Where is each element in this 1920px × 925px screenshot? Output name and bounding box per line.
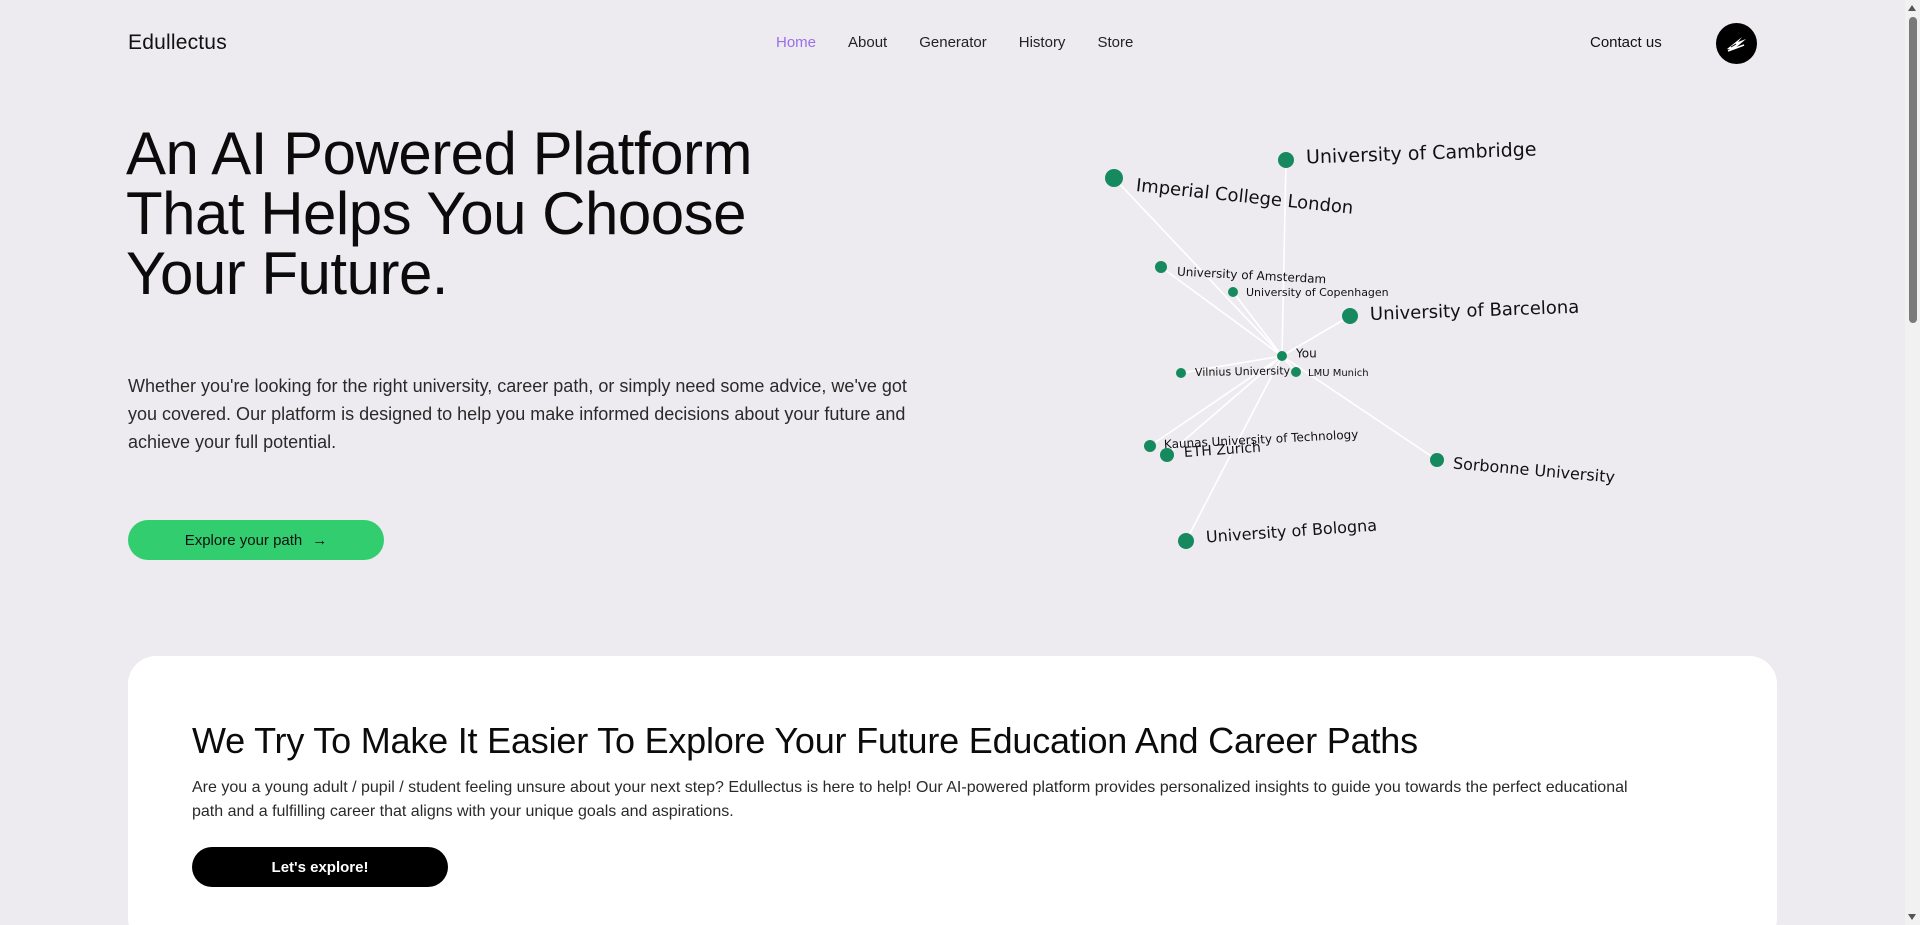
lets-explore-button[interactable]: Let's explore! <box>192 847 448 887</box>
graph-node[interactable] <box>1430 453 1444 467</box>
hero-title-line: Your Future. <box>126 240 448 307</box>
scroll-up-arrow-icon[interactable] <box>1908 5 1916 11</box>
graph-node-label[interactable]: Vilnius University <box>1195 364 1291 379</box>
section-title: We Try To Make It Easier To Explore Your… <box>192 720 1418 761</box>
site-header: Edullectus Home About Generator History … <box>0 0 1905 88</box>
nav-history[interactable]: History <box>1019 34 1066 51</box>
graph-node[interactable] <box>1176 368 1186 378</box>
graph-center-label: You <box>1295 347 1317 361</box>
university-graph: University of Cambridge Imperial College … <box>1105 138 1616 549</box>
graph-node[interactable] <box>1155 261 1167 273</box>
page-scrollbar[interactable] <box>1905 0 1920 925</box>
graph-node[interactable] <box>1291 367 1301 377</box>
arrow-right-icon: → <box>312 531 328 549</box>
graph-node[interactable] <box>1228 287 1238 297</box>
graph-edge <box>1232 291 1283 357</box>
logo[interactable]: Edullectus <box>128 31 227 55</box>
hero-description: Whether you're looking for the right uni… <box>128 376 907 452</box>
explore-path-label: Explore your path <box>184 531 303 549</box>
graph-node-label[interactable]: LMU Munich <box>1308 368 1369 379</box>
scroll-thumb[interactable] <box>1909 17 1917 323</box>
avatar[interactable] <box>1716 23 1757 64</box>
graph-edges <box>1113 159 1438 542</box>
section-description: Are you a young adult / pupil / student … <box>192 779 1628 820</box>
contact-link[interactable]: Contact us <box>1590 34 1662 51</box>
nav-home[interactable]: Home <box>776 34 816 51</box>
graph-node[interactable] <box>1278 152 1294 168</box>
graph-node-label[interactable]: University of Cambridge <box>1306 138 1537 168</box>
graph-node-label[interactable]: University of Copenhagen <box>1246 286 1389 299</box>
graph-node[interactable] <box>1178 533 1194 549</box>
nav-store[interactable]: Store <box>1097 34 1133 51</box>
hero-title-line: An AI Powered Platform <box>126 120 752 187</box>
graph-node[interactable] <box>1160 448 1174 462</box>
intro-card: We Try To Make It Easier To Explore Your… <box>128 656 1777 925</box>
graph-node-label[interactable]: University of Amsterdam <box>1177 265 1327 287</box>
graph-node-label[interactable]: Imperial College London <box>1135 175 1354 219</box>
main-nav: Home About Generator History Store <box>776 34 1165 51</box>
graph-node[interactable] <box>1144 440 1156 452</box>
graph-node-label[interactable]: University of Barcelona <box>1370 297 1580 325</box>
nav-generator[interactable]: Generator <box>919 34 987 51</box>
graph-nodes: University of Cambridge Imperial College … <box>1105 138 1616 549</box>
explore-path-button[interactable]: Explore your path → <box>128 520 384 560</box>
graph-center-node <box>1277 351 1287 361</box>
graph-node[interactable] <box>1342 308 1358 324</box>
graph-node-label[interactable]: University of Bologna <box>1205 516 1377 547</box>
hero-title-line: That Helps You Choose <box>126 180 746 247</box>
nav-about[interactable]: About <box>848 34 887 51</box>
brand-mark-icon <box>1726 36 1746 52</box>
scroll-down-arrow-icon[interactable] <box>1908 914 1916 920</box>
hero-title: An AI Powered Platform That Helps You Ch… <box>126 124 886 304</box>
graph-node[interactable] <box>1105 169 1123 187</box>
graph-node-label[interactable]: Sorbonne University <box>1452 454 1615 487</box>
